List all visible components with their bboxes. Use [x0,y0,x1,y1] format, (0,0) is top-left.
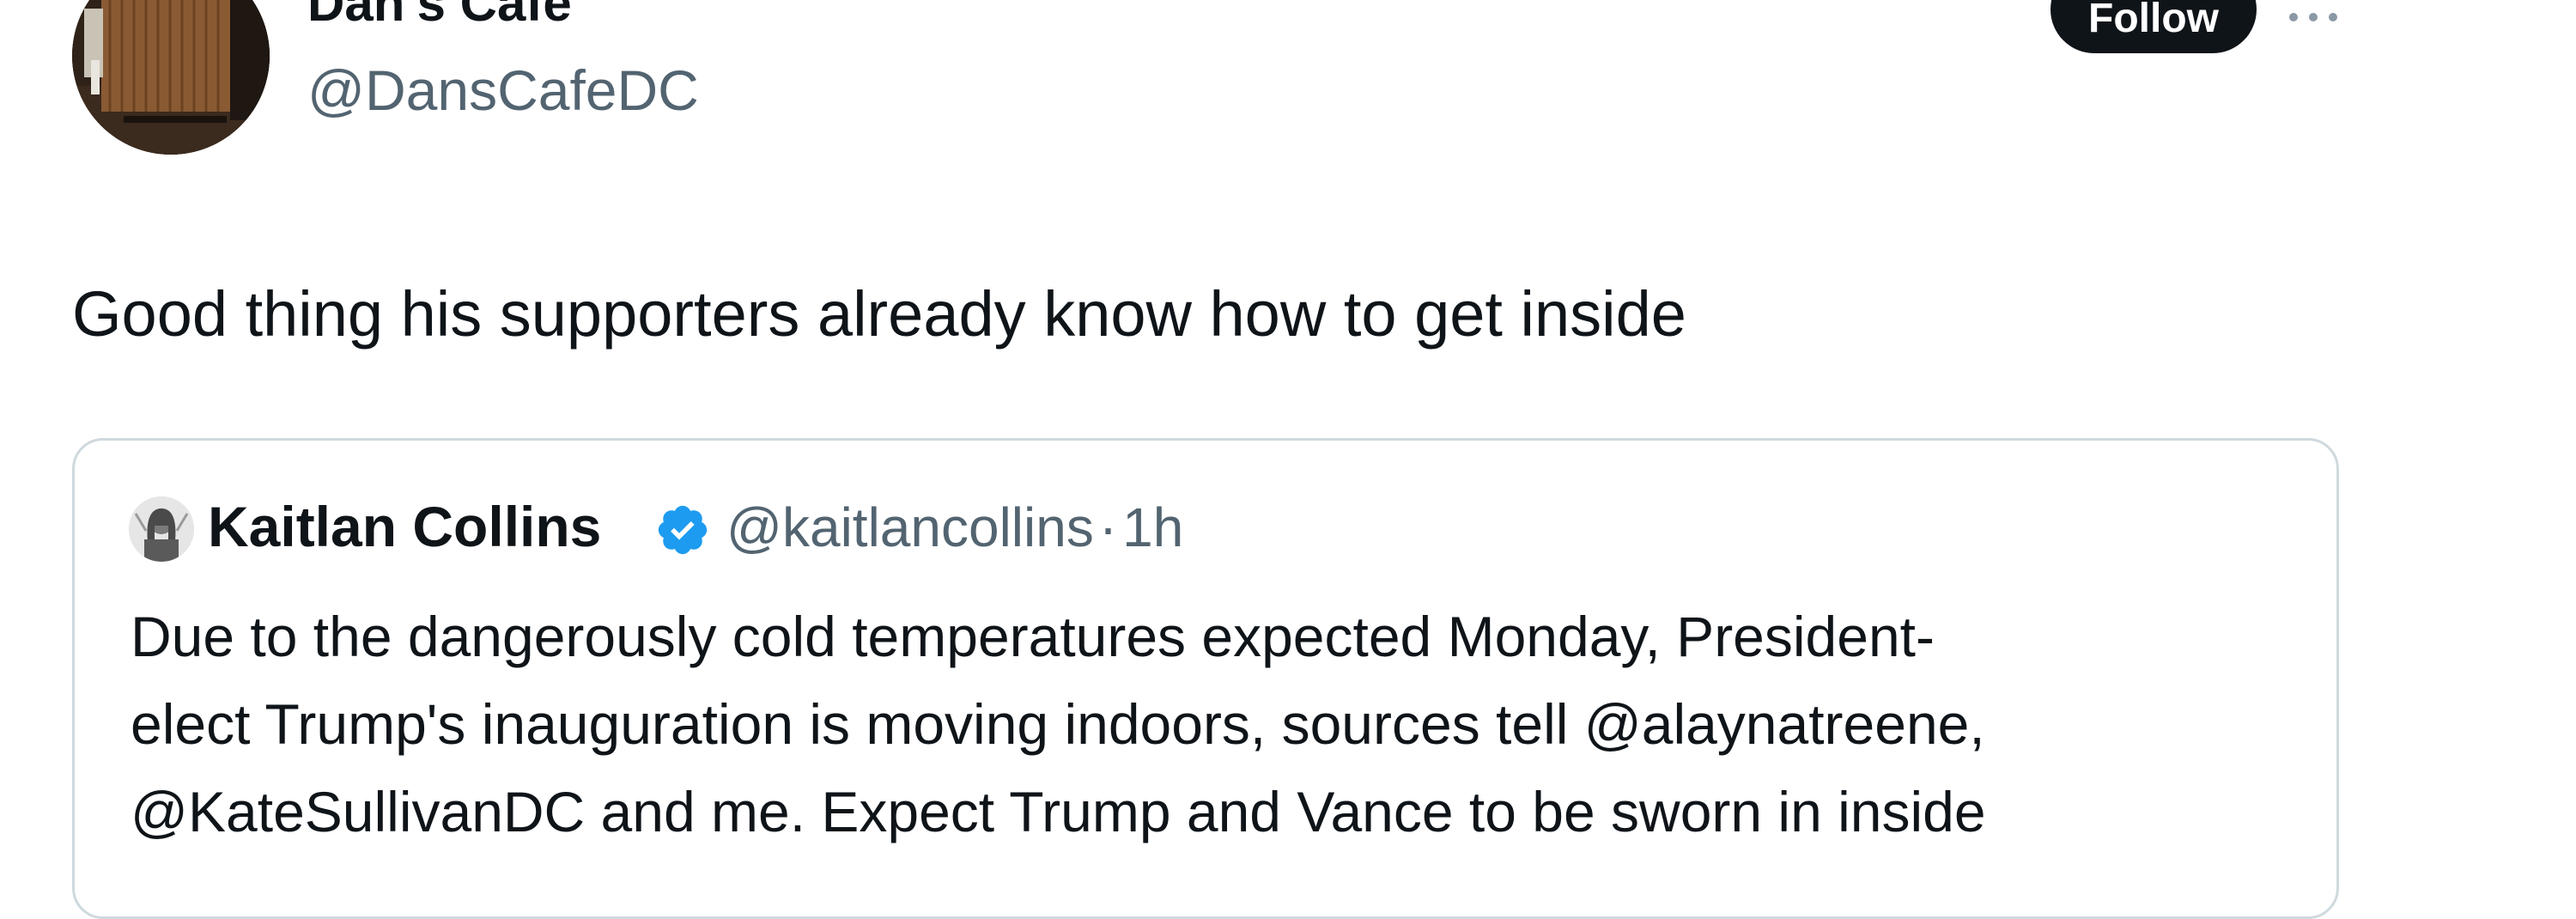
quoted-author-name[interactable]: Kaitlan Collins [208,498,601,555]
tweet-text: Good thing his supporters already know h… [72,278,1686,350]
meta-separator: · [1098,496,1118,558]
quoted-tweet-meta: @kaitlancollins·1h [726,500,1183,555]
more-dot [2329,13,2337,21]
quoted-tweet-time[interactable]: 1h [1122,496,1183,558]
more-dot [2309,13,2318,21]
follow-button[interactable]: Follow [2050,0,2257,53]
verified-badge-icon [654,502,711,558]
author-display-name[interactable]: Dan's Cafe [307,0,572,29]
quoted-author-handle[interactable]: @kaitlancollins [726,496,1094,558]
quoted-text-line: Due to the dangerously cold temperatures… [131,605,1935,668]
quoted-author-avatar[interactable] [129,496,194,562]
cafe-storefront-photo [72,0,270,155]
quoted-tweet-text: Due to the dangerously cold temperatures… [131,593,2312,855]
more-icon[interactable] [2289,2,2337,33]
more-dot [2289,13,2298,21]
author-handle[interactable]: @DansCafeDC [307,62,699,119]
quoted-author-avatar-photo [129,496,194,562]
quoted-text-line: elect Trump's inauguration is moving ind… [131,692,1985,756]
quoted-text-line: @KateSullivanDC and me. Expect Trump and… [131,780,1986,843]
follow-button-label: Follow [2088,0,2219,41]
author-avatar[interactable] [72,0,270,155]
